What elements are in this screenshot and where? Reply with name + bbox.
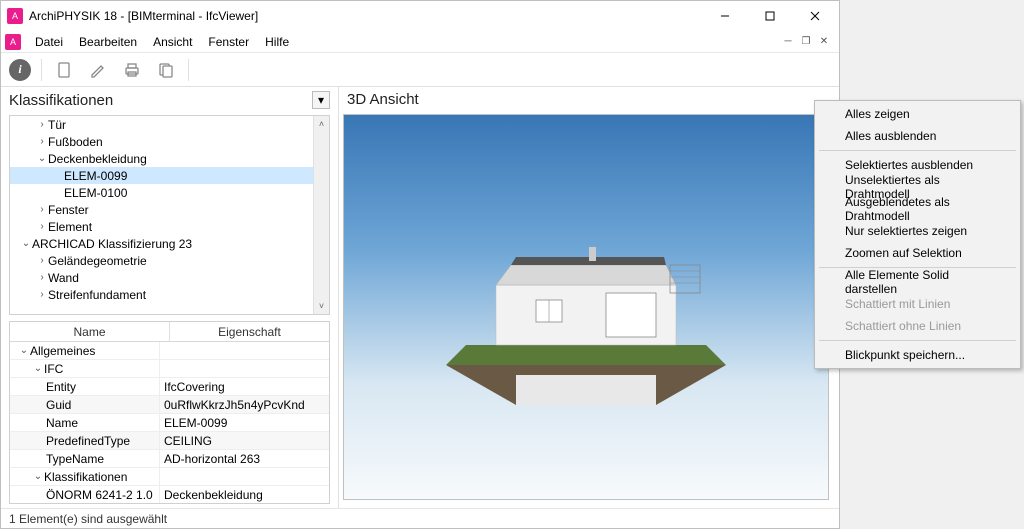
grid-group-row[interactable]: ⌄Klassifikationen	[10, 468, 329, 486]
cm-show-all[interactable]: Alles zeigen	[817, 103, 1018, 125]
cm-show-only-selected[interactable]: Nur selektiertes zeigen	[817, 220, 1018, 242]
tree-item[interactable]: ›Tür	[10, 116, 313, 133]
new-page-icon[interactable]	[52, 58, 76, 82]
titlebar: A ArchiPHYSIK 18 - [BIMterminal - IfcVie…	[1, 1, 839, 31]
statusbar: 1 Element(e) sind ausgewählt	[1, 508, 839, 528]
cm-zoom-selection[interactable]: Zoomen auf Selektion	[817, 242, 1018, 264]
cm-hidden-wireframe[interactable]: Ausgeblendetes als Drahtmodell	[817, 198, 1018, 220]
menu-fenster[interactable]: Fenster	[200, 33, 257, 51]
scroll-down-icon[interactable]: ˅	[314, 298, 329, 314]
classifications-title: Klassifikationen	[9, 92, 312, 109]
mdi-restore-button[interactable]: ❐	[799, 35, 813, 49]
tree-item[interactable]: ELEM-0099	[10, 167, 313, 184]
main-window: A ArchiPHYSIK 18 - [BIMterminal - IfcVie…	[0, 0, 840, 529]
tree-item[interactable]: ›Fenster	[10, 201, 313, 218]
edit-icon[interactable]	[86, 58, 110, 82]
tree-item[interactable]: ⌄Deckenbekleidung	[10, 150, 313, 167]
grid-data-row[interactable]: Guid0uRflwKkrzJh5n4yPcvKnd	[10, 396, 329, 414]
grid-data-row[interactable]: EntityIfcCovering	[10, 378, 329, 396]
grid-data-row[interactable]: TypeNameAD-horizontal 263	[10, 450, 329, 468]
print-icon[interactable]	[120, 58, 144, 82]
status-text: 1 Element(e) sind ausgewählt	[9, 512, 167, 526]
tree-item[interactable]: ›Geländegeometrie	[10, 252, 313, 269]
copy-icon[interactable]	[154, 58, 178, 82]
classifications-dropdown[interactable]: ▾	[312, 91, 330, 109]
grid-data-row[interactable]: NameELEM-0099	[10, 414, 329, 432]
tree-item[interactable]: ›Streifenfundament	[10, 286, 313, 303]
tree-scrollbar[interactable]: ˄ ˅	[313, 116, 329, 314]
tree-item[interactable]: ›Wand	[10, 269, 313, 286]
menubar: A Datei Bearbeiten Ansicht Fenster Hilfe…	[1, 31, 839, 53]
grid-col-name[interactable]: Name	[10, 322, 170, 341]
3d-view-title: 3D Ansicht	[347, 91, 831, 108]
close-button[interactable]	[792, 2, 837, 30]
cm-shaded-lines: Schattiert mit Linien	[817, 293, 1018, 315]
content-area: Klassifikationen ▾ ›Tür›Fußboden⌄Deckenb…	[1, 87, 839, 508]
grid-data-row[interactable]: ÖNORM 6241-2 1.0Deckenbekleidung	[10, 486, 329, 503]
grid-data-row[interactable]: PredefinedTypeCEILING	[10, 432, 329, 450]
app-icon: A	[7, 8, 23, 24]
cm-shaded-no-lines: Schattiert ohne Linien	[817, 315, 1018, 337]
grid-col-property[interactable]: Eigenschaft	[170, 322, 329, 341]
minimize-button[interactable]	[702, 2, 747, 30]
maximize-button[interactable]	[747, 2, 792, 30]
menu-datei[interactable]: Datei	[27, 33, 71, 51]
right-pane: 3D Ansicht	[339, 87, 839, 508]
menu-ansicht[interactable]: Ansicht	[145, 33, 200, 51]
3d-viewport[interactable]	[343, 114, 829, 500]
properties-grid: Name Eigenschaft ⌄Allgemeines⌄IFCEntityI…	[9, 321, 330, 504]
grid-group-row[interactable]: ⌄Allgemeines	[10, 342, 329, 360]
classification-tree: ›Tür›Fußboden⌄DeckenbekleidungELEM-0099E…	[9, 115, 330, 315]
window-title: ArchiPHYSIK 18 - [BIMterminal - IfcViewe…	[29, 9, 258, 23]
menu-bearbeiten[interactable]: Bearbeiten	[71, 33, 145, 51]
context-menu: Alles zeigen Alles ausblenden Selektiert…	[814, 100, 1021, 369]
tree-item[interactable]: ⌄ARCHICAD Klassifizierung 23	[10, 235, 313, 252]
tree-item[interactable]: ELEM-0100	[10, 184, 313, 201]
menu-hilfe[interactable]: Hilfe	[257, 33, 297, 51]
toolbar: i	[1, 53, 839, 87]
mdi-minimize-button[interactable]: ─	[781, 35, 795, 49]
building-model	[426, 215, 746, 415]
left-pane: Klassifikationen ▾ ›Tür›Fußboden⌄Deckenb…	[1, 87, 339, 508]
mdi-icon: A	[5, 34, 21, 50]
tree-item[interactable]: ›Fußboden	[10, 133, 313, 150]
cm-all-solid[interactable]: Alle Elemente Solid darstellen	[817, 271, 1018, 293]
scroll-up-icon[interactable]: ˄	[314, 116, 329, 132]
mdi-close-button[interactable]: ✕	[817, 35, 831, 49]
info-button[interactable]: i	[9, 59, 31, 81]
grid-group-row[interactable]: ⌄IFC	[10, 360, 329, 378]
cm-hide-all[interactable]: Alles ausblenden	[817, 125, 1018, 147]
cm-save-viewpoint[interactable]: Blickpunkt speichern...	[817, 344, 1018, 366]
tree-item[interactable]: ›Element	[10, 218, 313, 235]
